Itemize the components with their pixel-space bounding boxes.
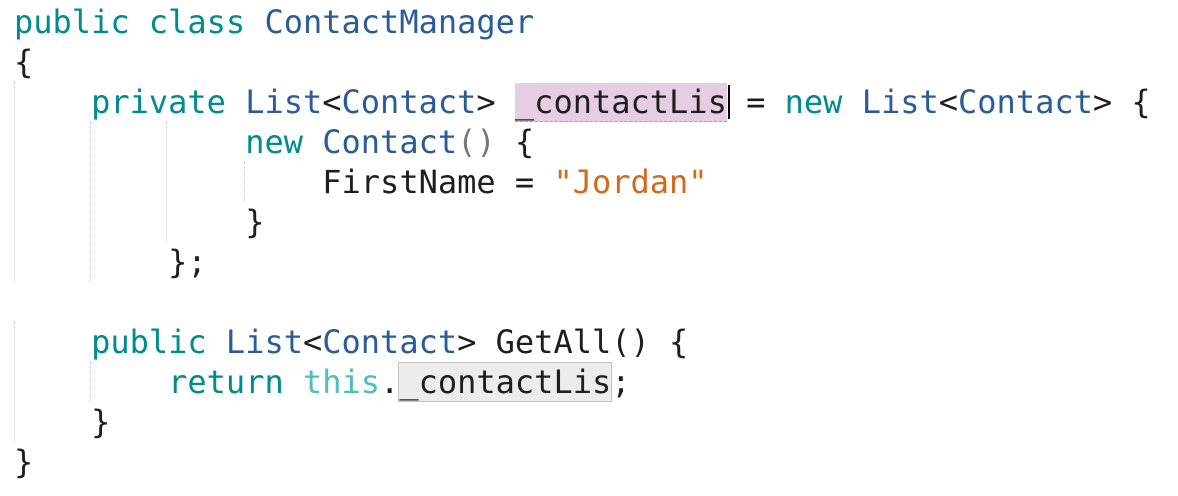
assign-operator: = <box>514 163 535 201</box>
text-caret <box>727 85 730 119</box>
type-list: List <box>245 83 323 121</box>
code-line-3[interactable]: private List<Contact> _contactLis = new … <box>14 82 1151 122</box>
angle-close: > <box>1092 83 1113 121</box>
type-list: List <box>225 323 303 361</box>
code-line-9[interactable]: public List<Contact> GetAll() { <box>14 322 688 362</box>
type-contact: Contact <box>322 123 458 161</box>
keyword-public: public <box>14 3 130 41</box>
code-line-12[interactable]: } <box>14 442 33 482</box>
angle-close: > <box>476 83 496 121</box>
angle-open: < <box>322 83 342 121</box>
keyword-this: this <box>302 363 381 401</box>
type-contact: Contact <box>341 83 477 121</box>
code-editor[interactable]: public class ContactManager { private Li… <box>0 0 1178 496</box>
field-name: _contactLis <box>514 83 727 121</box>
semicolon: ; <box>611 363 631 401</box>
assign-operator: = <box>746 83 766 121</box>
code-line-7[interactable]: }; <box>14 242 207 282</box>
code-line-1[interactable]: public class ContactManager <box>14 2 534 42</box>
field-reference: _contactLis <box>399 363 612 401</box>
type-contact: Contact <box>322 323 458 361</box>
angle-close: > <box>457 323 477 361</box>
angle-open: < <box>938 83 959 121</box>
code-line-5[interactable]: FirstName = "Jordan" <box>14 162 708 202</box>
dot-operator: . <box>380 363 400 401</box>
parens: () <box>457 123 496 161</box>
field-reference-highlight[interactable]: _contactLis <box>398 362 613 402</box>
code-line-2[interactable]: { <box>14 42 33 82</box>
close-brace: } <box>91 403 111 441</box>
code-line-10[interactable]: return this._contactLis; <box>14 362 631 402</box>
open-brace: { <box>14 43 34 81</box>
keyword-return: return <box>168 363 284 401</box>
keyword-new: new <box>245 123 303 161</box>
close-brace: } <box>245 203 265 241</box>
rename-field-highlight[interactable]: _contactLis <box>514 83 730 122</box>
keyword-new: new <box>784 83 843 121</box>
keyword-private: private <box>91 83 226 121</box>
code-line-11[interactable]: } <box>14 402 110 442</box>
code-line-6[interactable]: } <box>14 202 264 242</box>
close-brace-semicolon: }; <box>168 243 207 281</box>
class-name: ContactManager <box>264 3 535 41</box>
property-firstname: FirstName <box>322 163 496 201</box>
code-line-4[interactable]: new Contact() { <box>14 122 534 162</box>
keyword-public: public <box>91 323 207 361</box>
type-list: List <box>861 83 939 121</box>
method-getall: GetAll() { <box>495 323 689 361</box>
keyword-class: class <box>148 3 246 41</box>
type-contact: Contact <box>958 83 1093 121</box>
open-brace: { <box>514 123 535 161</box>
open-brace: { <box>1131 83 1151 121</box>
string-literal: "Jordan" <box>553 163 708 201</box>
close-brace: } <box>14 443 34 481</box>
angle-open: < <box>302 323 323 361</box>
